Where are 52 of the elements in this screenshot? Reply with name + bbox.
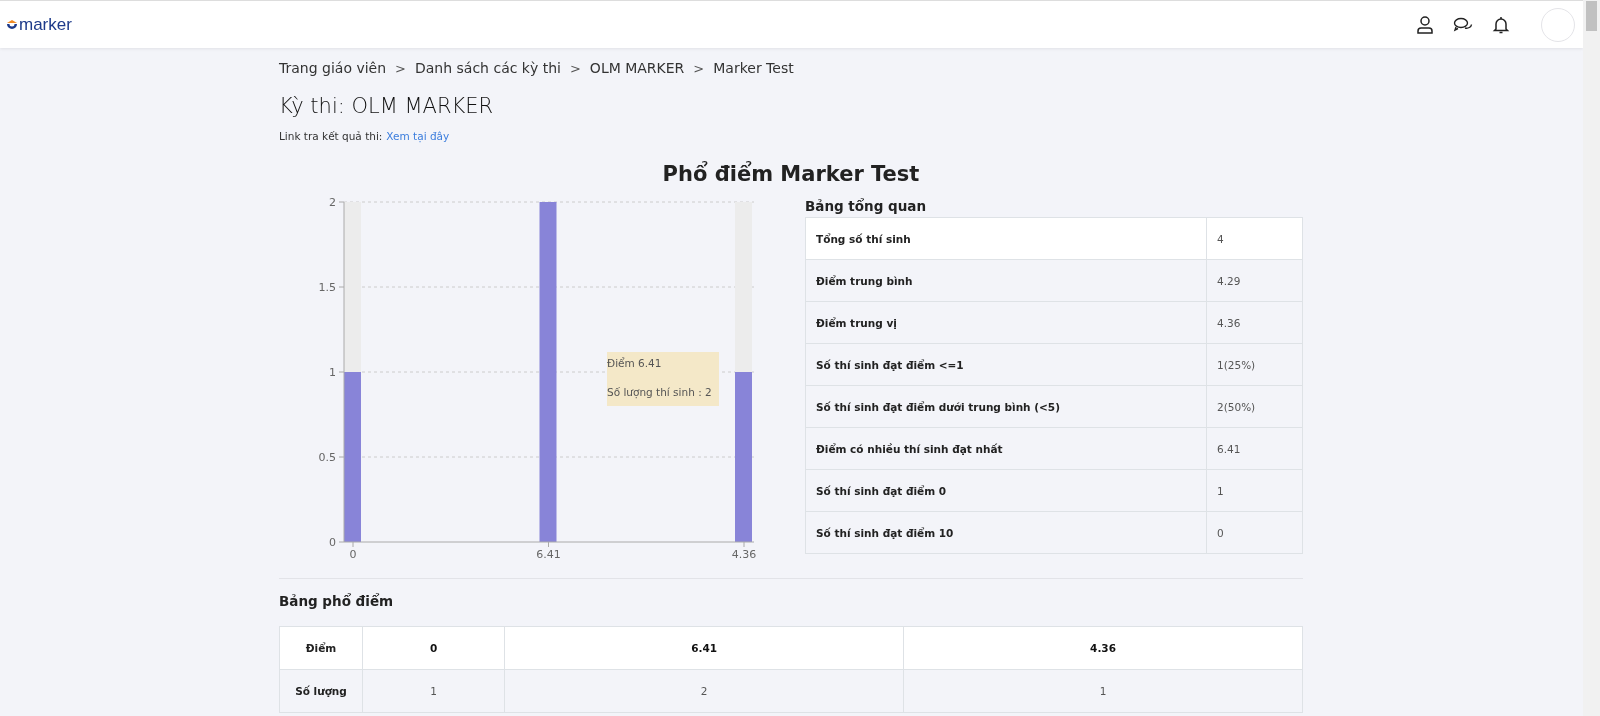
table-cell: 1 bbox=[362, 669, 505, 713]
table-cell: 0 bbox=[362, 626, 505, 670]
scrollbar[interactable] bbox=[1583, 0, 1600, 716]
table-cell: 4 bbox=[1206, 217, 1303, 260]
y-tick-label: 1.5 bbox=[318, 281, 336, 294]
table-header-cell: Điểm bbox=[279, 626, 363, 670]
table-cell: Số thí sinh đạt điểm 10 bbox=[805, 511, 1207, 554]
breadcrumb-link[interactable]: Marker Test bbox=[713, 60, 794, 76]
table-cell: 6.41 bbox=[1206, 427, 1303, 470]
result-link-label: Link tra kết quả thi: bbox=[279, 130, 383, 142]
table-cell: 6.41 bbox=[504, 626, 904, 670]
section-title: Bảng tổng quan bbox=[805, 198, 928, 214]
table-cell: 1(25%) bbox=[1206, 343, 1303, 386]
y-tick-label: 2 bbox=[329, 196, 336, 209]
y-tick-label: 0.5 bbox=[318, 451, 336, 464]
breadcrumb-separator: > bbox=[693, 60, 705, 76]
table-header-cell: Số lượng bbox=[279, 669, 363, 713]
table-cell: 2(50%) bbox=[1206, 385, 1303, 428]
table-cell: 4.36 bbox=[1206, 301, 1303, 344]
y-tick-label: 1 bbox=[329, 366, 336, 379]
breadcrumb-link[interactable]: OLM MARKER bbox=[589, 60, 685, 76]
x-tick-label: 0 bbox=[349, 548, 357, 561]
scrollbar-thumb[interactable] bbox=[1586, 1, 1597, 31]
breadcrumb-link[interactable]: Danh sách các kỳ thi bbox=[415, 60, 561, 76]
breadcrumb-separator: > bbox=[569, 60, 581, 76]
result-link[interactable]: Xem tại đây bbox=[386, 130, 450, 142]
page-title: Kỳ thi: OLM MARKER bbox=[279, 94, 495, 118]
chart-title: Phổ điểm Marker Test bbox=[661, 162, 921, 186]
table-cell: Tổng số thí sinh bbox=[805, 217, 1207, 260]
table-cell: 1 bbox=[903, 669, 1303, 713]
x-tick-label: 4.36 bbox=[731, 548, 757, 561]
table-cell: 4.29 bbox=[1206, 259, 1303, 302]
y-tick-label: 0 bbox=[329, 536, 336, 549]
table-cell: Số thí sinh đạt điểm 0 bbox=[805, 469, 1207, 512]
table-cell: 0 bbox=[1206, 511, 1303, 554]
section-title: Bảng phổ điểm bbox=[279, 593, 395, 609]
table-cell: 2 bbox=[504, 669, 904, 713]
x-tick-label: 6.41 bbox=[536, 548, 561, 561]
breadcrumb-link[interactable]: Trang giáo viên bbox=[279, 60, 387, 76]
table-cell: 4.36 bbox=[903, 626, 1303, 670]
logo-text[interactable]: marker bbox=[19, 14, 72, 35]
chart-tooltip: Điểm 6.41 Số lượng thí sinh : 2 bbox=[607, 352, 719, 406]
logo-icon bbox=[6, 18, 18, 31]
user-icon[interactable] bbox=[1415, 14, 1435, 35]
table-cell: 1 bbox=[1206, 469, 1303, 512]
table-cell: Số thí sinh đạt điểm dưới trung bình (<5) bbox=[805, 385, 1207, 428]
table-cell: Điểm trung bình bbox=[805, 259, 1207, 302]
table-cell: Số thí sinh đạt điểm <=1 bbox=[805, 343, 1207, 386]
bell-icon[interactable] bbox=[1491, 14, 1511, 35]
breadcrumb-separator: > bbox=[395, 60, 406, 76]
table-cell: Điểm có nhiều thí sinh đạt nhất bbox=[805, 427, 1207, 470]
table-cell: Điểm trung vị bbox=[805, 301, 1207, 344]
